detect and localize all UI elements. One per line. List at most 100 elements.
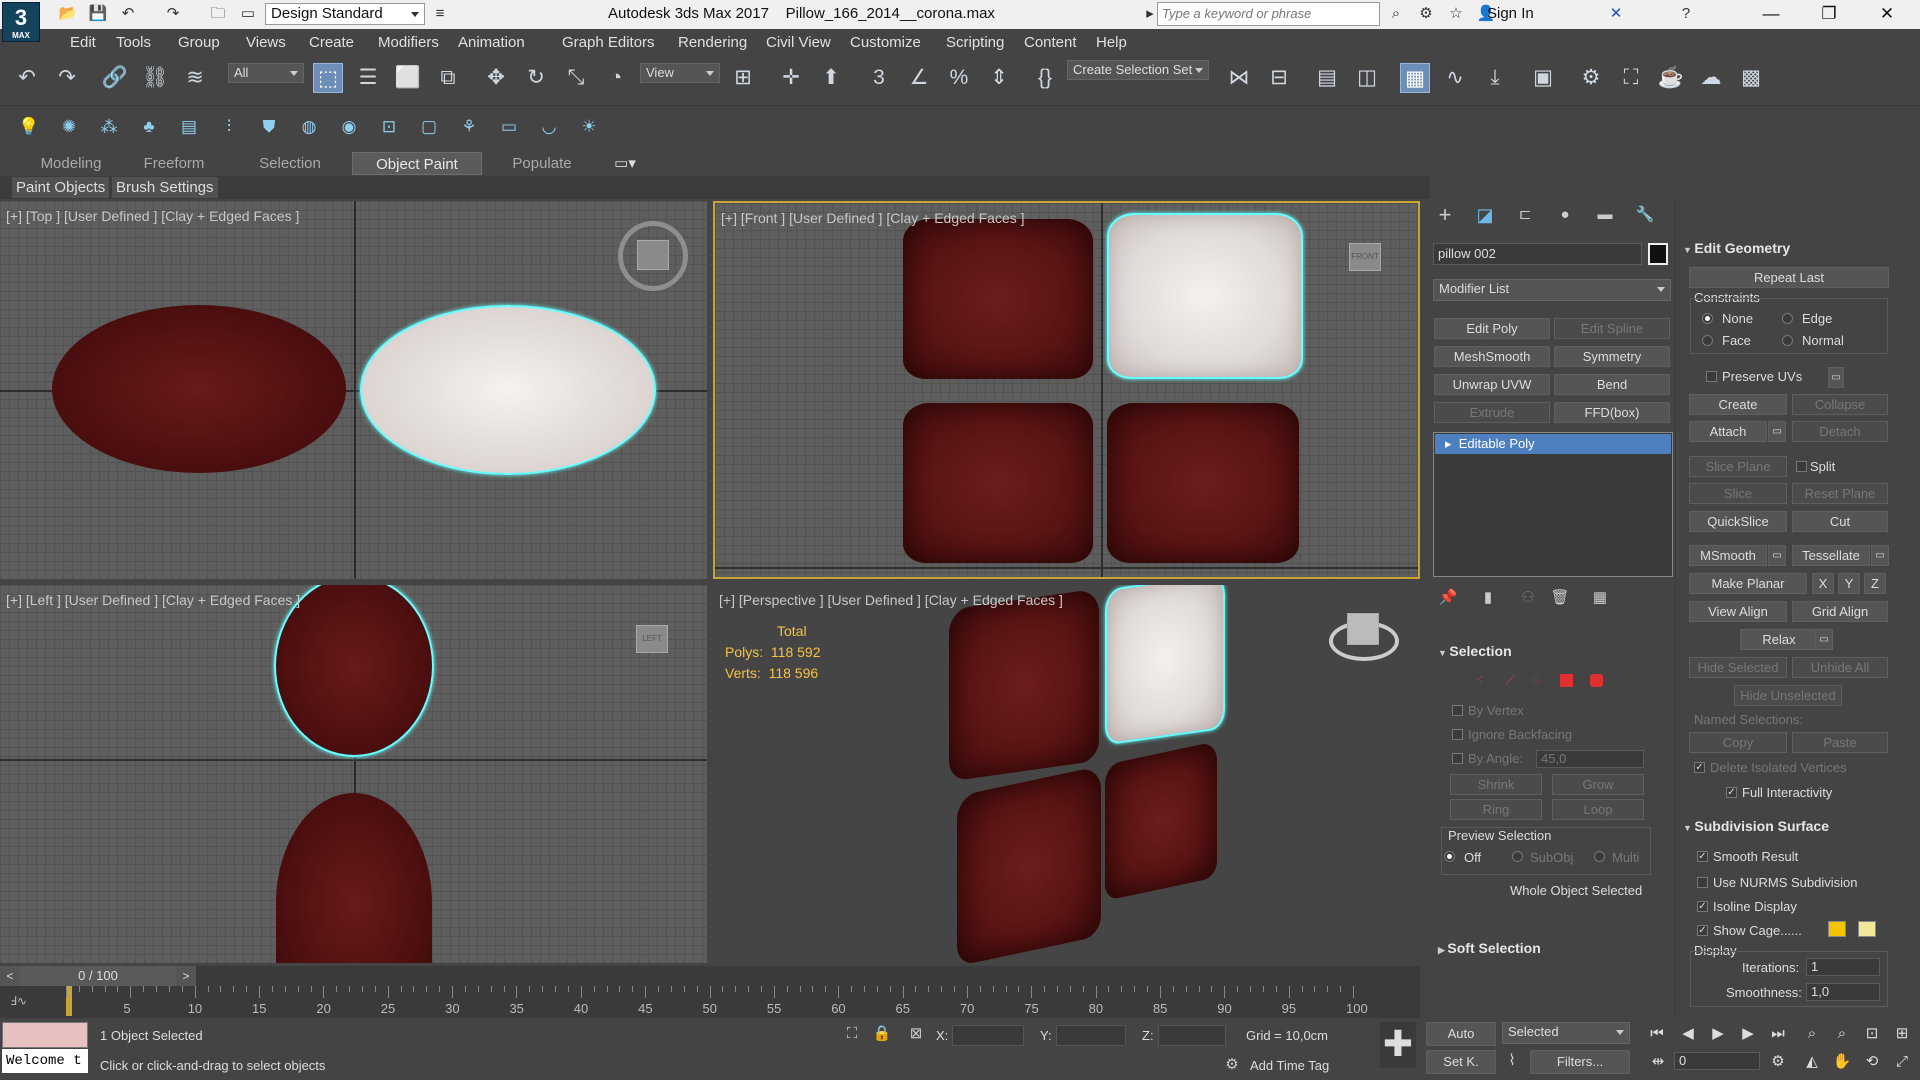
scatter-icon[interactable]: ⁂ <box>97 115 121 139</box>
select-by-name-icon[interactable]: ☰ <box>353 63 383 93</box>
y-coordinate-field[interactable] <box>1056 1025 1126 1046</box>
pillow-object[interactable] <box>1105 741 1217 901</box>
view-align-button[interactable]: View Align <box>1689 601 1787 622</box>
maximize-viewport-icon[interactable]: ⤢ <box>1892 1052 1912 1072</box>
bulb-icon[interactable]: ☀ <box>577 115 601 139</box>
project-folder-icon[interactable]: 🗀 <box>208 5 228 23</box>
preserve-uvs-settings-button[interactable]: ▭ <box>1828 367 1844 388</box>
viewport-label[interactable]: [+] [Left ] [User Defined ] [Clay + Edge… <box>6 592 300 608</box>
quickslice-button[interactable]: QuickSlice <box>1689 511 1787 532</box>
curve-editor-icon[interactable]: ∿ <box>1440 63 1470 93</box>
manipulate-icon[interactable]: ✛ <box>776 63 806 93</box>
render-iterative-icon[interactable]: ▩ <box>1736 63 1766 93</box>
pan-view-icon[interactable]: ✋ <box>1832 1052 1852 1072</box>
smoothness-spinner[interactable]: 1,0 <box>1806 983 1880 1001</box>
sign-in-link[interactable]: Sign In <box>1487 5 1534 22</box>
auto-key-button[interactable]: Auto <box>1426 1022 1496 1046</box>
modifier-button-edit-spline[interactable]: Edit Spline <box>1554 318 1670 339</box>
attach-settings-button[interactable]: ▭ <box>1768 421 1786 442</box>
key-filter-dropdown[interactable]: Selected <box>1502 1022 1630 1044</box>
zoom-all-icon[interactable]: ⌕ <box>1832 1024 1852 1044</box>
pillow-object[interactable] <box>957 765 1101 963</box>
pivot-center-icon[interactable]: ⊞ <box>728 63 758 93</box>
unhide-all-button[interactable]: Unhide All <box>1792 657 1888 678</box>
viewport-perspective[interactable]: [+] [Perspective ] [User Defined ] [Clay… <box>713 585 1420 963</box>
modifier-button-symmetry[interactable]: Symmetry <box>1554 346 1670 367</box>
by-vertex-checkbox[interactable] <box>1452 705 1463 716</box>
render-online-icon[interactable]: ☁ <box>1696 63 1726 93</box>
render-setup-icon[interactable]: ⚙ <box>1576 63 1606 93</box>
show-end-result-icon[interactable]: ▮ <box>1478 589 1498 607</box>
x-coordinate-field[interactable] <box>952 1025 1024 1046</box>
shrink-button[interactable]: Shrink <box>1450 774 1542 795</box>
time-slider[interactable] <box>0 966 1420 986</box>
object-name-field[interactable]: pillow 002 <box>1433 243 1642 265</box>
pin-stack-icon[interactable]: 📌 <box>1438 589 1458 607</box>
constraint-face-radio[interactable] <box>1702 335 1713 346</box>
constraint-normal-radio[interactable] <box>1782 335 1793 346</box>
set-key-icon[interactable]: ✚ <box>1380 1022 1416 1068</box>
selection-rollout-header[interactable]: Selection <box>1438 643 1511 659</box>
pillow-object[interactable] <box>949 588 1099 782</box>
unlink-icon[interactable]: ⛓ <box>140 63 170 93</box>
ignore-backfacing-checkbox[interactable] <box>1452 729 1463 740</box>
relax-button[interactable]: Relax <box>1740 629 1818 650</box>
maxscript-mini-listener[interactable] <box>2 1022 88 1048</box>
app-logo[interactable]: 3 MAX <box>2 2 40 42</box>
delete-isolated-checkbox[interactable]: ✓ <box>1694 762 1705 773</box>
selection-lock-icon[interactable]: 🔒 <box>872 1025 892 1043</box>
menu-group[interactable]: Group <box>178 34 220 51</box>
attach-button[interactable]: Attach <box>1689 421 1767 442</box>
z-coordinate-field[interactable] <box>1158 1025 1226 1046</box>
make-planar-button[interactable]: Make Planar <box>1689 573 1807 594</box>
planar-z-button[interactable]: Z <box>1864 573 1886 594</box>
copy-button[interactable]: Copy <box>1689 732 1787 753</box>
edge-mode-icon[interactable]: ⟋ <box>1506 672 1515 688</box>
pillow-object[interactable] <box>1107 403 1299 563</box>
spinner-snap-icon[interactable]: ⇕ <box>984 63 1014 93</box>
cage-selection-color-swatch[interactable] <box>1858 921 1876 937</box>
tab-object-paint[interactable]: Object Paint <box>352 152 482 175</box>
undo-icon[interactable]: ↶ <box>118 5 138 23</box>
favorites-icon[interactable]: ☆ <box>1446 5 1466 23</box>
toggle-scene-explorer-icon[interactable]: ▤ <box>1312 63 1342 93</box>
viewcube[interactable]: FRONT <box>1349 243 1381 271</box>
undo-icon[interactable]: ↶ <box>12 63 42 93</box>
material-editor-icon[interactable]: ▣ <box>1528 63 1558 93</box>
track-bar[interactable]: Ⅎ∿ 5 10 15 20 25 30 35 40 45 50 55 60 65 70 75 80 85 90 95… <box>0 986 1420 1018</box>
viewcube[interactable]: LEFT <box>636 625 668 653</box>
field-of-view-icon[interactable]: ◭ <box>1802 1052 1822 1072</box>
full-interactivity-checkbox[interactable]: ✓ <box>1726 787 1737 798</box>
binoculars-icon[interactable]: ⌕ <box>1386 5 1406 23</box>
modifier-button-meshsmooth[interactable]: MeshSmooth <box>1434 346 1550 367</box>
stack-item-editable-poly[interactable]: ▸ Editable Poly <box>1435 434 1671 454</box>
pillow-object[interactable] <box>903 403 1093 563</box>
paste-button[interactable]: Paste <box>1792 732 1888 753</box>
layer-explorer-icon[interactable]: ◫ <box>1352 63 1382 93</box>
utilities-tab-icon[interactable]: 🔧 <box>1635 206 1655 224</box>
tessellate-button[interactable]: Tessellate <box>1792 545 1870 566</box>
isoline-display-checkbox[interactable]: ✓ <box>1697 901 1708 912</box>
menu-rendering[interactable]: Rendering <box>678 34 747 51</box>
camera-icon[interactable]: ⛊ <box>257 115 281 139</box>
viewport-top[interactable]: [+] [Top ] [User Defined ] [Clay + Edged… <box>0 201 707 579</box>
motion-tab-icon[interactable]: ● <box>1555 206 1575 224</box>
communication-center-icon[interactable]: ⚙ <box>1416 5 1436 23</box>
converter-icon[interactable]: ⚘ <box>457 115 481 139</box>
ring-button[interactable]: Ring <box>1450 799 1542 820</box>
msmooth-settings-button[interactable]: ▭ <box>1768 545 1786 566</box>
selected-pillow-object[interactable] <box>360 305 656 475</box>
exchange-apps-icon[interactable]: ✕ <box>1606 5 1626 23</box>
key-mode-toggle-icon[interactable]: ⇹ <box>1648 1052 1668 1072</box>
material-icon[interactable]: ◉ <box>337 115 361 139</box>
zoom-extents-all-icon[interactable]: ⊞ <box>1892 1024 1912 1044</box>
preserve-uvs-checkbox[interactable] <box>1706 371 1717 382</box>
schematic-view-icon[interactable]: ⤓ <box>1480 63 1510 93</box>
display-tab-icon[interactable]: ▬ <box>1595 206 1615 224</box>
save-file-icon[interactable]: 💾 <box>88 5 108 23</box>
region-icon[interactable]: ▭ <box>497 115 521 139</box>
hide-unselected-button[interactable]: Hide Unselected <box>1734 685 1842 706</box>
time-tag-icon[interactable]: ⚙ <box>1222 1056 1242 1074</box>
help-icon[interactable]: ? <box>1676 5 1696 23</box>
align-icon[interactable]: ⊟ <box>1264 63 1294 93</box>
